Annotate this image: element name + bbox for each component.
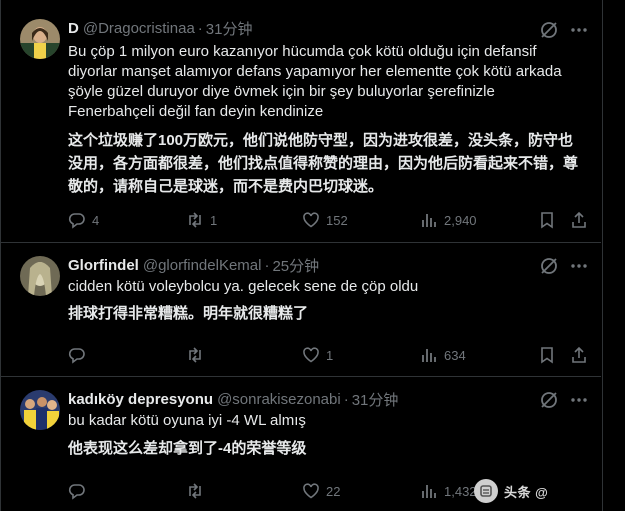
- separator-dot: ·: [343, 390, 349, 408]
- toutiao-logo-icon: [474, 479, 498, 503]
- like-button[interactable]: 152: [302, 210, 348, 230]
- timestamp[interactable]: 31分钟: [352, 389, 399, 410]
- avatar[interactable]: [20, 256, 60, 296]
- reply-button[interactable]: 4: [68, 210, 99, 230]
- tweet-text: Bu çöp 1 milyon euro kazanıyor hücumda ç…: [68, 43, 562, 120]
- bookmark-button[interactable]: [538, 210, 556, 230]
- more-icon[interactable]: [569, 20, 589, 40]
- tweet-translation: 他表现这么差却拿到了-4的荣誉等级: [68, 440, 307, 457]
- avatar[interactable]: [20, 19, 60, 59]
- tweet-header: D @Dragocristinaa · 31分钟: [68, 18, 252, 38]
- like-icon: [303, 212, 319, 228]
- tweet-text: bu kadar kötü oyuna iyi -4 WL almış: [68, 412, 306, 429]
- views-icon: [422, 485, 436, 498]
- bookmark-icon: [541, 212, 553, 229]
- avatar[interactable]: [20, 390, 60, 430]
- like-button[interactable]: 1: [302, 345, 333, 365]
- repost-icon: [189, 212, 201, 228]
- grok-icon[interactable]: [539, 20, 559, 40]
- separator-dot: ·: [264, 256, 270, 274]
- tweet-translation: 这个垃圾赚了100万欧元，他们说他防守型，因为进攻很差，没头条，防守也 没用，各…: [68, 132, 579, 195]
- view-count: 1,432: [444, 483, 477, 499]
- view-count: 634: [444, 347, 466, 363]
- display-name[interactable]: D: [68, 20, 79, 37]
- views-icon: [422, 349, 436, 362]
- views-icon: [422, 214, 436, 227]
- user-handle[interactable]: @glorfindelKemal: [143, 257, 262, 274]
- more-icon[interactable]: [569, 390, 589, 410]
- like-icon: [303, 483, 319, 499]
- reply-icon: [68, 213, 85, 229]
- tweet-header: Glorfindel @glorfindelKemal · 25分钟: [68, 255, 319, 275]
- display-name[interactable]: Glorfindel: [68, 257, 139, 274]
- repost-button[interactable]: [186, 481, 210, 501]
- tweet-header: kadıköy depresyonu @sonrakisezonabi · 31…: [68, 389, 398, 409]
- views-button[interactable]: 2,940: [420, 210, 477, 230]
- grok-icon[interactable]: [539, 256, 559, 276]
- tweet-translation: 排球打得非常糟糕。明年就很糟糕了: [68, 305, 309, 322]
- separator-dot: ·: [197, 19, 203, 37]
- share-icon: [572, 346, 586, 363]
- more-icon[interactable]: [569, 256, 589, 276]
- like-button[interactable]: 22: [302, 481, 340, 501]
- repost-count: 1: [210, 212, 218, 228]
- grok-icon[interactable]: [539, 390, 559, 410]
- reply-count: 4: [92, 212, 100, 228]
- watermark: 头条 @: [474, 478, 614, 504]
- display-name[interactable]: kadıköy depresyonu: [68, 391, 213, 408]
- user-handle[interactable]: @Dragocristinaa: [83, 20, 195, 37]
- tweet-1[interactable]: D @Dragocristinaa · 31分钟 Bu çöp 1 milyon…: [1, 0, 601, 243]
- share-button[interactable]: [570, 345, 588, 365]
- tweet-text: cidden kötü voleybolcu ya. gelecek sene …: [68, 278, 419, 295]
- reply-button[interactable]: [68, 345, 92, 365]
- tweet-actions: 1 634: [68, 345, 588, 365]
- bookmark-button[interactable]: [538, 345, 556, 365]
- reply-icon: [68, 348, 85, 364]
- user-handle[interactable]: @sonrakisezonabi: [217, 391, 341, 408]
- like-count: 22: [326, 483, 341, 499]
- repost-icon: [189, 347, 201, 363]
- views-button[interactable]: 1,432: [420, 481, 477, 501]
- reply-button[interactable]: [68, 481, 92, 501]
- timestamp[interactable]: 31分钟: [206, 18, 253, 39]
- repost-icon: [189, 483, 201, 499]
- views-button[interactable]: 634: [420, 345, 466, 365]
- view-count: 2,940: [444, 212, 477, 228]
- like-icon: [303, 347, 319, 363]
- timestamp[interactable]: 25分钟: [272, 255, 319, 276]
- bookmark-icon: [541, 347, 553, 364]
- tweet-2[interactable]: Glorfindel @glorfindelKemal · 25分钟 cidde…: [1, 243, 601, 377]
- reply-icon: [68, 484, 85, 500]
- tweet-actions: 4 1 152 2,940: [68, 210, 588, 230]
- repost-button[interactable]: 1: [186, 210, 217, 230]
- share-button[interactable]: [570, 210, 588, 230]
- watermark-text: 头条 @: [504, 484, 582, 500]
- like-count: 152: [326, 212, 348, 228]
- share-icon: [572, 211, 586, 228]
- repost-button[interactable]: [186, 345, 210, 365]
- like-count: 1: [326, 347, 334, 363]
